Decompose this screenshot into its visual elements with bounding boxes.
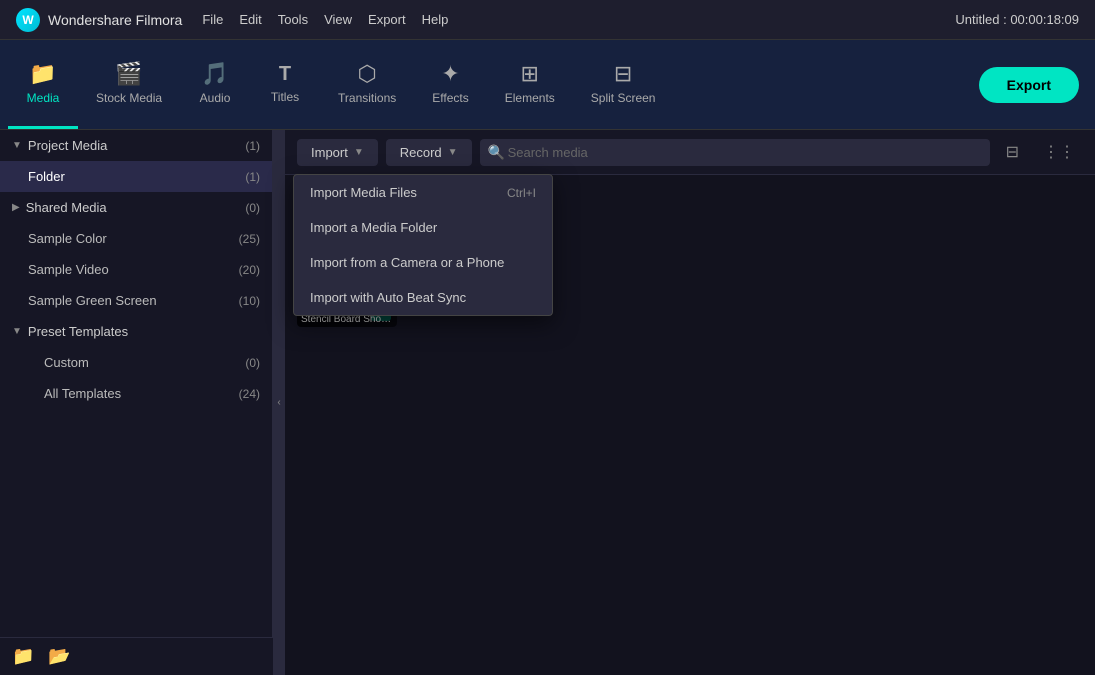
- sample-green-screen-count: (10): [239, 294, 260, 308]
- audio-icon: 🎵: [201, 61, 228, 87]
- dropdown-import-auto-beat-sync[interactable]: Import with Auto Beat Sync: [294, 280, 552, 315]
- effects-label: Effects: [432, 91, 468, 105]
- transitions-icon: ⬡: [358, 61, 377, 87]
- import-label: Import: [311, 145, 348, 160]
- menu-edit[interactable]: Edit: [239, 12, 261, 27]
- sidebar-preset-templates[interactable]: ▼ Preset Templates: [0, 316, 272, 347]
- content-area: Import ▼ Record ▼ 🔍 ⊟ ⋮⋮ Import Media Fi…: [285, 130, 1095, 675]
- app-name: Wondershare Filmora: [48, 12, 182, 28]
- stock-media-label: Stock Media: [96, 91, 162, 105]
- content-toolbar: Import ▼ Record ▼ 🔍 ⊟ ⋮⋮: [285, 130, 1095, 175]
- sidebar-item-folder[interactable]: Folder (1): [0, 161, 272, 192]
- menu-file[interactable]: File: [202, 12, 223, 27]
- all-templates-count: (24): [239, 387, 260, 401]
- split-screen-label: Split Screen: [591, 91, 656, 105]
- sidebar-item-custom[interactable]: Custom (0): [0, 347, 272, 378]
- grid-button[interactable]: ⋮⋮: [1035, 138, 1083, 166]
- custom-count: (0): [245, 356, 260, 370]
- toolbar-elements[interactable]: ⊞ Elements: [487, 40, 573, 129]
- app-logo: W: [16, 8, 40, 32]
- folder-label: Folder: [28, 169, 65, 184]
- media-icon: 📁: [29, 61, 56, 87]
- sidebar-item-sample-green-screen[interactable]: Sample Green Screen (10): [0, 285, 272, 316]
- sidebar-collapse-handle[interactable]: ‹: [273, 130, 285, 675]
- main-toolbar: 📁 Media 🎬 Stock Media 🎵 Audio T Titles ⬡…: [0, 40, 1095, 130]
- sample-green-screen-label: Sample Green Screen: [28, 293, 157, 308]
- menu-export[interactable]: Export: [368, 12, 406, 27]
- shared-media-count: (0): [245, 201, 260, 215]
- record-label: Record: [400, 145, 442, 160]
- sidebar-project-media[interactable]: ▼ Project Media (1): [0, 130, 272, 161]
- menu-tools[interactable]: Tools: [278, 12, 308, 27]
- audio-label: Audio: [200, 91, 231, 105]
- toolbar-effects[interactable]: ✦ Effects: [414, 40, 486, 129]
- toolbar-stock-media[interactable]: 🎬 Stock Media: [78, 40, 180, 129]
- chevron-right-icon: ▶: [12, 202, 20, 213]
- toolbar-media[interactable]: 📁 Media: [8, 40, 78, 129]
- toolbar-transitions[interactable]: ⬡ Transitions: [320, 40, 414, 129]
- all-templates-label: All Templates: [44, 386, 121, 401]
- add-media-icon[interactable]: 📁: [12, 646, 34, 667]
- effects-icon: ✦: [441, 61, 459, 87]
- dropdown-import-media-folder[interactable]: Import a Media Folder: [294, 210, 552, 245]
- import-button[interactable]: Import ▼: [297, 139, 378, 166]
- menu-help[interactable]: Help: [422, 12, 449, 27]
- media-label: Media: [27, 91, 60, 105]
- titlebar-left: W Wondershare Filmora File Edit Tools Vi…: [16, 8, 448, 32]
- menu-view[interactable]: View: [324, 12, 352, 27]
- toolbar-titles[interactable]: T Titles: [250, 40, 320, 129]
- elements-icon: ⊞: [521, 61, 539, 87]
- import-dropdown-arrow: ▼: [354, 147, 364, 158]
- search-icon: 🔍: [488, 144, 505, 161]
- titles-icon: T: [279, 63, 291, 86]
- sidebar-item-sample-video[interactable]: Sample Video (20): [0, 254, 272, 285]
- import-dropdown-menu: Import Media Files Ctrl+I Import a Media…: [293, 174, 553, 316]
- sample-video-count: (20): [239, 263, 260, 277]
- add-folder-icon[interactable]: 📂: [48, 646, 70, 667]
- titlebar-menu: File Edit Tools View Export Help: [202, 12, 448, 27]
- custom-label: Custom: [44, 355, 89, 370]
- sample-video-label: Sample Video: [28, 262, 109, 277]
- import-media-folder-label: Import a Media Folder: [310, 220, 437, 235]
- shared-media-label: Shared Media: [26, 200, 107, 215]
- dropdown-import-camera[interactable]: Import from a Camera or a Phone: [294, 245, 552, 280]
- chevron-down-icon-2: ▼: [12, 326, 22, 337]
- record-button[interactable]: Record ▼: [386, 139, 472, 166]
- transitions-label: Transitions: [338, 91, 396, 105]
- search-wrapper: 🔍: [480, 139, 990, 166]
- sample-color-count: (25): [239, 232, 260, 246]
- project-title: Untitled : 00:00:18:09: [955, 12, 1079, 27]
- main-area: ▼ Project Media (1) Folder (1) ▶ Shared …: [0, 130, 1095, 675]
- dropdown-import-media-files[interactable]: Import Media Files Ctrl+I: [294, 175, 552, 210]
- folder-count: (1): [245, 170, 260, 184]
- sidebar-item-sample-color[interactable]: Sample Color (25): [0, 223, 272, 254]
- project-media-count: (1): [245, 139, 260, 153]
- toolbar-split-screen[interactable]: ⊟ Split Screen: [573, 40, 674, 129]
- sample-color-label: Sample Color: [28, 231, 107, 246]
- import-camera-label: Import from a Camera or a Phone: [310, 255, 504, 270]
- split-screen-icon: ⊟: [614, 61, 632, 87]
- preset-templates-label: Preset Templates: [28, 324, 128, 339]
- sidebar-item-all-templates[interactable]: All Templates (24): [0, 378, 272, 409]
- titles-label: Titles: [271, 90, 299, 104]
- import-media-files-shortcut: Ctrl+I: [507, 186, 536, 200]
- sidebar-shared-media[interactable]: ▶ Shared Media (0): [0, 192, 272, 223]
- search-input[interactable]: [480, 139, 990, 166]
- toolbar-audio[interactable]: 🎵 Audio: [180, 40, 250, 129]
- elements-label: Elements: [505, 91, 555, 105]
- import-media-files-label: Import Media Files: [310, 185, 417, 200]
- project-media-label: Project Media: [28, 138, 107, 153]
- record-dropdown-arrow: ▼: [448, 147, 458, 158]
- import-auto-beat-sync-label: Import with Auto Beat Sync: [310, 290, 466, 305]
- export-button[interactable]: Export: [979, 67, 1079, 103]
- titlebar: W Wondershare Filmora File Edit Tools Vi…: [0, 0, 1095, 40]
- stock-media-icon: 🎬: [115, 61, 142, 87]
- chevron-down-icon: ▼: [12, 140, 22, 151]
- sidebar: ▼ Project Media (1) Folder (1) ▶ Shared …: [0, 130, 273, 675]
- filter-button[interactable]: ⊟: [998, 138, 1027, 166]
